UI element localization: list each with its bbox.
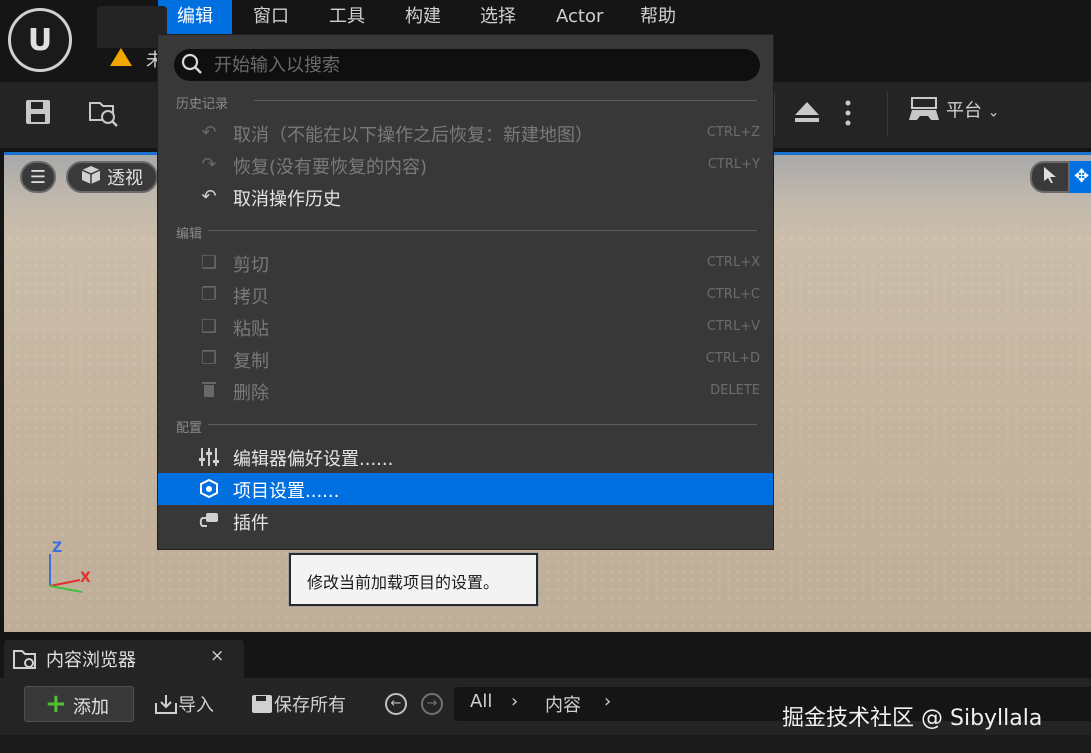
copy-icon: ❐ <box>200 284 218 305</box>
breadcrumb-chevron-icon[interactable]: › <box>511 691 518 712</box>
menu-select[interactable]: 选择 <box>461 0 535 34</box>
save-icon[interactable] <box>24 98 52 132</box>
import-button[interactable]: 导入 <box>154 691 214 720</box>
plus-icon: + <box>45 689 67 719</box>
add-button[interactable]: + 添加 <box>24 686 134 722</box>
content-browser-tab-label: 内容浏览器 <box>46 650 136 671</box>
redo-icon: ↷ <box>201 154 217 175</box>
sliders-icon <box>198 446 220 468</box>
trash-icon <box>198 380 220 402</box>
undo-history-icon: ↶ <box>201 186 217 207</box>
plug-icon <box>198 510 220 532</box>
menu-item-plugins[interactable]: 插件 <box>158 505 773 537</box>
axis-x-label: X <box>80 570 91 586</box>
toolbar-separator <box>774 92 775 136</box>
content-browser-panels <box>0 735 1091 753</box>
project-settings-icon <box>198 478 220 500</box>
menu-item-undo-history[interactable]: ↶ 取消操作历史 <box>158 181 773 213</box>
save-all-button[interactable]: 保存所有 <box>250 691 346 720</box>
undo-icon: ↶ <box>201 122 217 143</box>
menu-item-copy[interactable]: ❐ 拷贝 CTRL+C <box>158 279 773 311</box>
toolbar-separator <box>887 92 888 136</box>
chevron-down-icon: ⌄ <box>987 104 1000 121</box>
breadcrumb-content[interactable]: 内容 <box>545 691 581 717</box>
menu-item-duplicate[interactable]: ❒ 复制 CTRL+D <box>158 343 773 375</box>
edit-menu-dropdown: 历史记录 ↶ 取消（不能在以下操作之后恢复：新建地图） CTRL+Z ↷ 恢复(… <box>157 34 774 550</box>
save-all-icon <box>250 693 274 720</box>
breadcrumb-chevron-icon[interactable]: › <box>604 691 611 712</box>
section-divider <box>254 100 757 101</box>
project-settings-tooltip: 修改当前加载项目的设置。 <box>289 553 538 606</box>
import-icon <box>154 693 178 720</box>
axis-z-label: Z <box>52 540 63 556</box>
view-mode-label: 透视 <box>107 168 143 189</box>
viewport-menu-button[interactable]: ☰ <box>20 161 56 193</box>
menu-search <box>174 49 760 81</box>
menu-item-editor-preferences[interactable]: 编辑器偏好设置...... <box>158 441 773 473</box>
cube-icon <box>81 165 101 190</box>
eject-icon[interactable] <box>793 100 821 130</box>
menu-help[interactable]: 帮助 <box>621 0 695 34</box>
paste-icon: ❑ <box>200 316 218 337</box>
content-browser-folder-icon <box>12 647 38 675</box>
hamburger-icon: ☰ <box>29 166 47 188</box>
menu-item-delete[interactable]: 删除 DELETE <box>158 375 773 407</box>
section-edit: 编辑 <box>176 227 203 242</box>
axis-gizmo: Z X <box>44 540 94 600</box>
forward-arrow-icon[interactable]: → <box>421 693 443 715</box>
duplicate-icon: ❒ <box>200 348 218 369</box>
menu-item-redo[interactable]: ↷ 恢复(没有要恢复的内容) CTRL+Y <box>158 149 773 181</box>
section-divider <box>208 230 757 231</box>
menu-item-cut[interactable]: ❏ 剪切 CTRL+X <box>158 247 773 279</box>
content-browse-icon[interactable] <box>88 98 120 134</box>
section-history: 历史记录 <box>176 97 229 112</box>
view-mode-button[interactable]: 透视 <box>66 161 158 193</box>
menu-edit[interactable]: 编辑 <box>158 0 232 34</box>
close-icon[interactable]: × <box>210 646 224 666</box>
cut-icon: ❏ <box>200 252 218 273</box>
cursor-icon <box>1043 166 1057 189</box>
move-arrows-icon: ✥ <box>1074 166 1090 187</box>
search-input[interactable] <box>214 53 744 77</box>
watermark: 掘金技术社区 @ Sibyllala <box>782 706 1043 731</box>
menu-item-undo[interactable]: ↶ 取消（不能在以下操作之后恢复：新建地图） CTRL+Z <box>158 117 773 149</box>
menu-item-project-settings[interactable]: 项目设置...... <box>158 473 773 505</box>
move-mode-button[interactable]: ✥ <box>1070 161 1091 193</box>
menu-window[interactable]: 窗口 <box>234 0 308 34</box>
gamepad-icon <box>908 96 940 127</box>
platform-label: 平台 <box>946 100 982 122</box>
menu-item-paste[interactable]: ❑ 粘贴 CTRL+V <box>158 311 773 343</box>
platform-dropdown[interactable]: 平台 ⌄ <box>908 96 999 127</box>
unreal-logo-icon[interactable]: U <box>8 8 72 72</box>
select-mode-button[interactable] <box>1030 161 1070 193</box>
menu-tools[interactable]: 工具 <box>310 0 384 34</box>
menu-build[interactable]: 构建 <box>386 0 460 34</box>
menu-actor[interactable]: Actor <box>537 0 622 34</box>
breadcrumb-all[interactable]: All <box>470 691 492 712</box>
section-config: 配置 <box>176 421 203 436</box>
level-warning-icon <box>110 48 132 66</box>
more-options-icon[interactable] <box>843 98 853 134</box>
search-icon <box>180 52 204 81</box>
section-divider <box>208 424 757 425</box>
back-arrow-icon[interactable]: ← <box>385 693 407 715</box>
